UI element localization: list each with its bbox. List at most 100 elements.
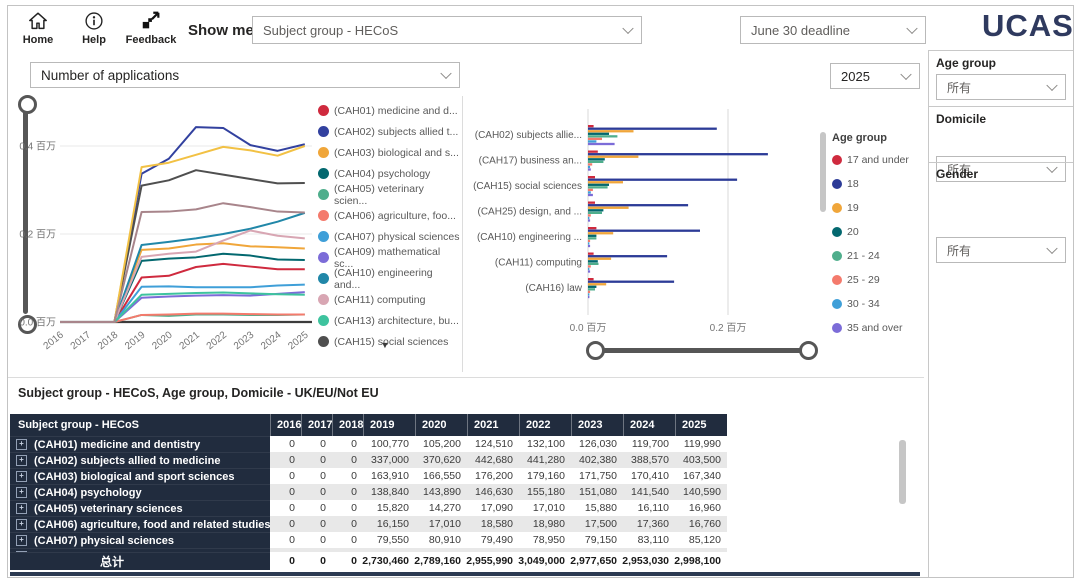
- age-legend-item[interactable]: 30 - 34: [832, 292, 927, 316]
- cell: 388,570: [623, 452, 675, 468]
- age-legend-title: Age group: [832, 132, 927, 144]
- age-legend-item[interactable]: 35 and over: [832, 316, 927, 340]
- cell: 403,500: [675, 452, 727, 468]
- legend-item[interactable]: (CAH09) mathematical sc...: [318, 247, 460, 268]
- table-row[interactable]: +(CAH07) physical sciences00079,55080,91…: [10, 532, 727, 548]
- age-legend-item[interactable]: 20: [832, 220, 927, 244]
- expand-icon[interactable]: +: [16, 455, 27, 466]
- legend-item[interactable]: (CAH03) biological and s...: [318, 142, 460, 163]
- row-label-cell[interactable]: +(CAH04) psychology: [10, 484, 270, 500]
- legend-item[interactable]: (CAH02) subjects allied t...: [318, 121, 460, 142]
- table-row[interactable]: +(CAH02) subjects allied to medicine0003…: [10, 452, 727, 468]
- cell: 0: [270, 500, 301, 516]
- legend-label: (CAH05) veterinary scien...: [334, 183, 460, 207]
- legend-label: (CAH07) physical sciences: [334, 231, 459, 243]
- cell: 0: [301, 532, 332, 548]
- legend-dot-icon: [832, 155, 842, 165]
- legend-label: (CAH01) medicine and d...: [334, 105, 458, 117]
- svg-text:0.0 百万: 0.0 百万: [19, 317, 56, 329]
- table-row[interactable]: +(CAH06) agriculture, food and related s…: [10, 516, 727, 532]
- header-cell: 2016: [270, 414, 301, 436]
- age-legend-item[interactable]: 25 - 29: [832, 268, 927, 292]
- cell: 337,000: [363, 452, 415, 468]
- legend-item[interactable]: (CAH01) medicine and d...: [318, 100, 460, 121]
- cell: 155,180: [519, 484, 571, 500]
- cell: 17,010: [519, 500, 571, 516]
- help-button[interactable]: Help: [70, 10, 118, 46]
- expand-icon[interactable]: +: [16, 471, 27, 482]
- slider-handle-right[interactable]: [799, 341, 818, 360]
- cell: 138,840: [363, 484, 415, 500]
- row-label: (CAH03) biological and sport sciences: [34, 471, 235, 483]
- row-label-cell[interactable]: +(CAH05) veterinary sciences: [10, 500, 270, 516]
- age-legend-item[interactable]: 17 and under: [832, 148, 927, 172]
- total-cell: 2,977,650: [571, 552, 623, 570]
- legend-dot-icon: [832, 179, 842, 189]
- legend-item[interactable]: (CAH04) psychology: [318, 163, 460, 184]
- row-label-cell[interactable]: +(CAH02) subjects allied to medicine: [10, 452, 270, 468]
- sidebar-divider: [928, 106, 1073, 107]
- table-horizontal-scrollbar[interactable]: [10, 572, 920, 576]
- legend-more-arrow-icon[interactable]: ▼: [372, 340, 398, 350]
- year-dropdown[interactable]: 2025: [830, 63, 920, 89]
- legend-item[interactable]: (CAH13) architecture, bu...: [318, 310, 460, 331]
- row-label-cell[interactable]: +(CAH07) physical sciences: [10, 532, 270, 548]
- home-button[interactable]: Home: [14, 10, 62, 46]
- legend-dot-icon: [318, 294, 329, 305]
- horizontal-range-slider[interactable]: [594, 348, 806, 353]
- legend-item[interactable]: (CAH07) physical sciences: [318, 226, 460, 247]
- table-scrollbar[interactable]: [899, 440, 906, 504]
- cell: 0: [270, 452, 301, 468]
- row-label: (CAH01) medicine and dentistry: [34, 439, 200, 451]
- table-row[interactable]: +(CAH05) veterinary sciences00015,82014,…: [10, 500, 727, 516]
- cell: 140,590: [675, 484, 727, 500]
- feedback-button[interactable]: Feedback: [122, 10, 180, 46]
- svg-text:(CAH11) computing: (CAH11) computing: [495, 258, 582, 269]
- table-row[interactable]: +(CAH01) medicine and dentistry000100,77…: [10, 436, 727, 452]
- total-cell: 2,953,030: [623, 552, 675, 570]
- slider-handle-left[interactable]: [586, 341, 605, 360]
- table-row[interactable]: +(CAH04) psychology000138,840143,890146,…: [10, 484, 727, 500]
- expand-icon[interactable]: +: [16, 439, 27, 450]
- legend-item[interactable]: (CAH11) computing: [318, 289, 460, 310]
- section-divider: [8, 377, 924, 378]
- expand-icon[interactable]: +: [16, 519, 27, 530]
- table-header: Subject group - HECoS2016201720182019202…: [10, 414, 727, 436]
- cell: 132,100: [519, 436, 571, 452]
- cell: 0: [332, 516, 363, 532]
- help-label: Help: [70, 34, 118, 46]
- total-cell: 0: [270, 552, 301, 570]
- total-cell: 3,049,000: [519, 552, 571, 570]
- legend-label: (CAH04) psychology: [334, 168, 430, 180]
- sidebar-divider: [928, 50, 1073, 51]
- row-label-cell[interactable]: +(CAH06) agriculture, food and related s…: [10, 516, 270, 532]
- data-table: Subject group - HECoS2016201720182019202…: [10, 414, 727, 570]
- legend-item[interactable]: (CAH05) veterinary scien...: [318, 184, 460, 205]
- expand-icon[interactable]: +: [16, 503, 27, 514]
- cell: 15,820: [363, 500, 415, 516]
- chevron-down-icon: [906, 23, 917, 34]
- row-label-cell[interactable]: + (CAH03) biological and sport sciences: [10, 468, 270, 484]
- measure-dropdown[interactable]: Number of applications: [30, 62, 460, 88]
- dimension-dropdown[interactable]: Subject group - HECoS: [252, 16, 642, 44]
- legend-dot-icon: [832, 227, 842, 237]
- age-legend-item[interactable]: 19: [832, 196, 927, 220]
- legend-item[interactable]: (CAH06) agriculture, foo...: [318, 205, 460, 226]
- legend-item[interactable]: (CAH10) engineering and...: [318, 268, 460, 289]
- deadline-dropdown[interactable]: June 30 deadline: [740, 16, 926, 44]
- age-legend-item[interactable]: 18: [832, 172, 927, 196]
- expand-icon[interactable]: +: [16, 535, 27, 546]
- cell: 167,340: [675, 468, 727, 484]
- filter-dropdown-age-group[interactable]: 所有: [936, 74, 1066, 100]
- legend-dot-icon: [318, 252, 329, 263]
- cell: 179,160: [519, 468, 571, 484]
- header-cell: 2025: [675, 414, 727, 436]
- age-legend-item[interactable]: 21 - 24: [832, 244, 927, 268]
- table-row[interactable]: +(CAH03) biological and sport sciences00…: [10, 468, 727, 484]
- chevron-down-icon: [622, 23, 633, 34]
- age-legend-scrollbar[interactable]: [820, 132, 826, 212]
- filter-dropdown-gender[interactable]: 所有: [936, 237, 1066, 263]
- row-label-cell[interactable]: + (CAH01) medicine and dentistry: [10, 436, 270, 452]
- expand-icon[interactable]: +: [16, 487, 27, 498]
- legend-dot-icon: [318, 168, 329, 179]
